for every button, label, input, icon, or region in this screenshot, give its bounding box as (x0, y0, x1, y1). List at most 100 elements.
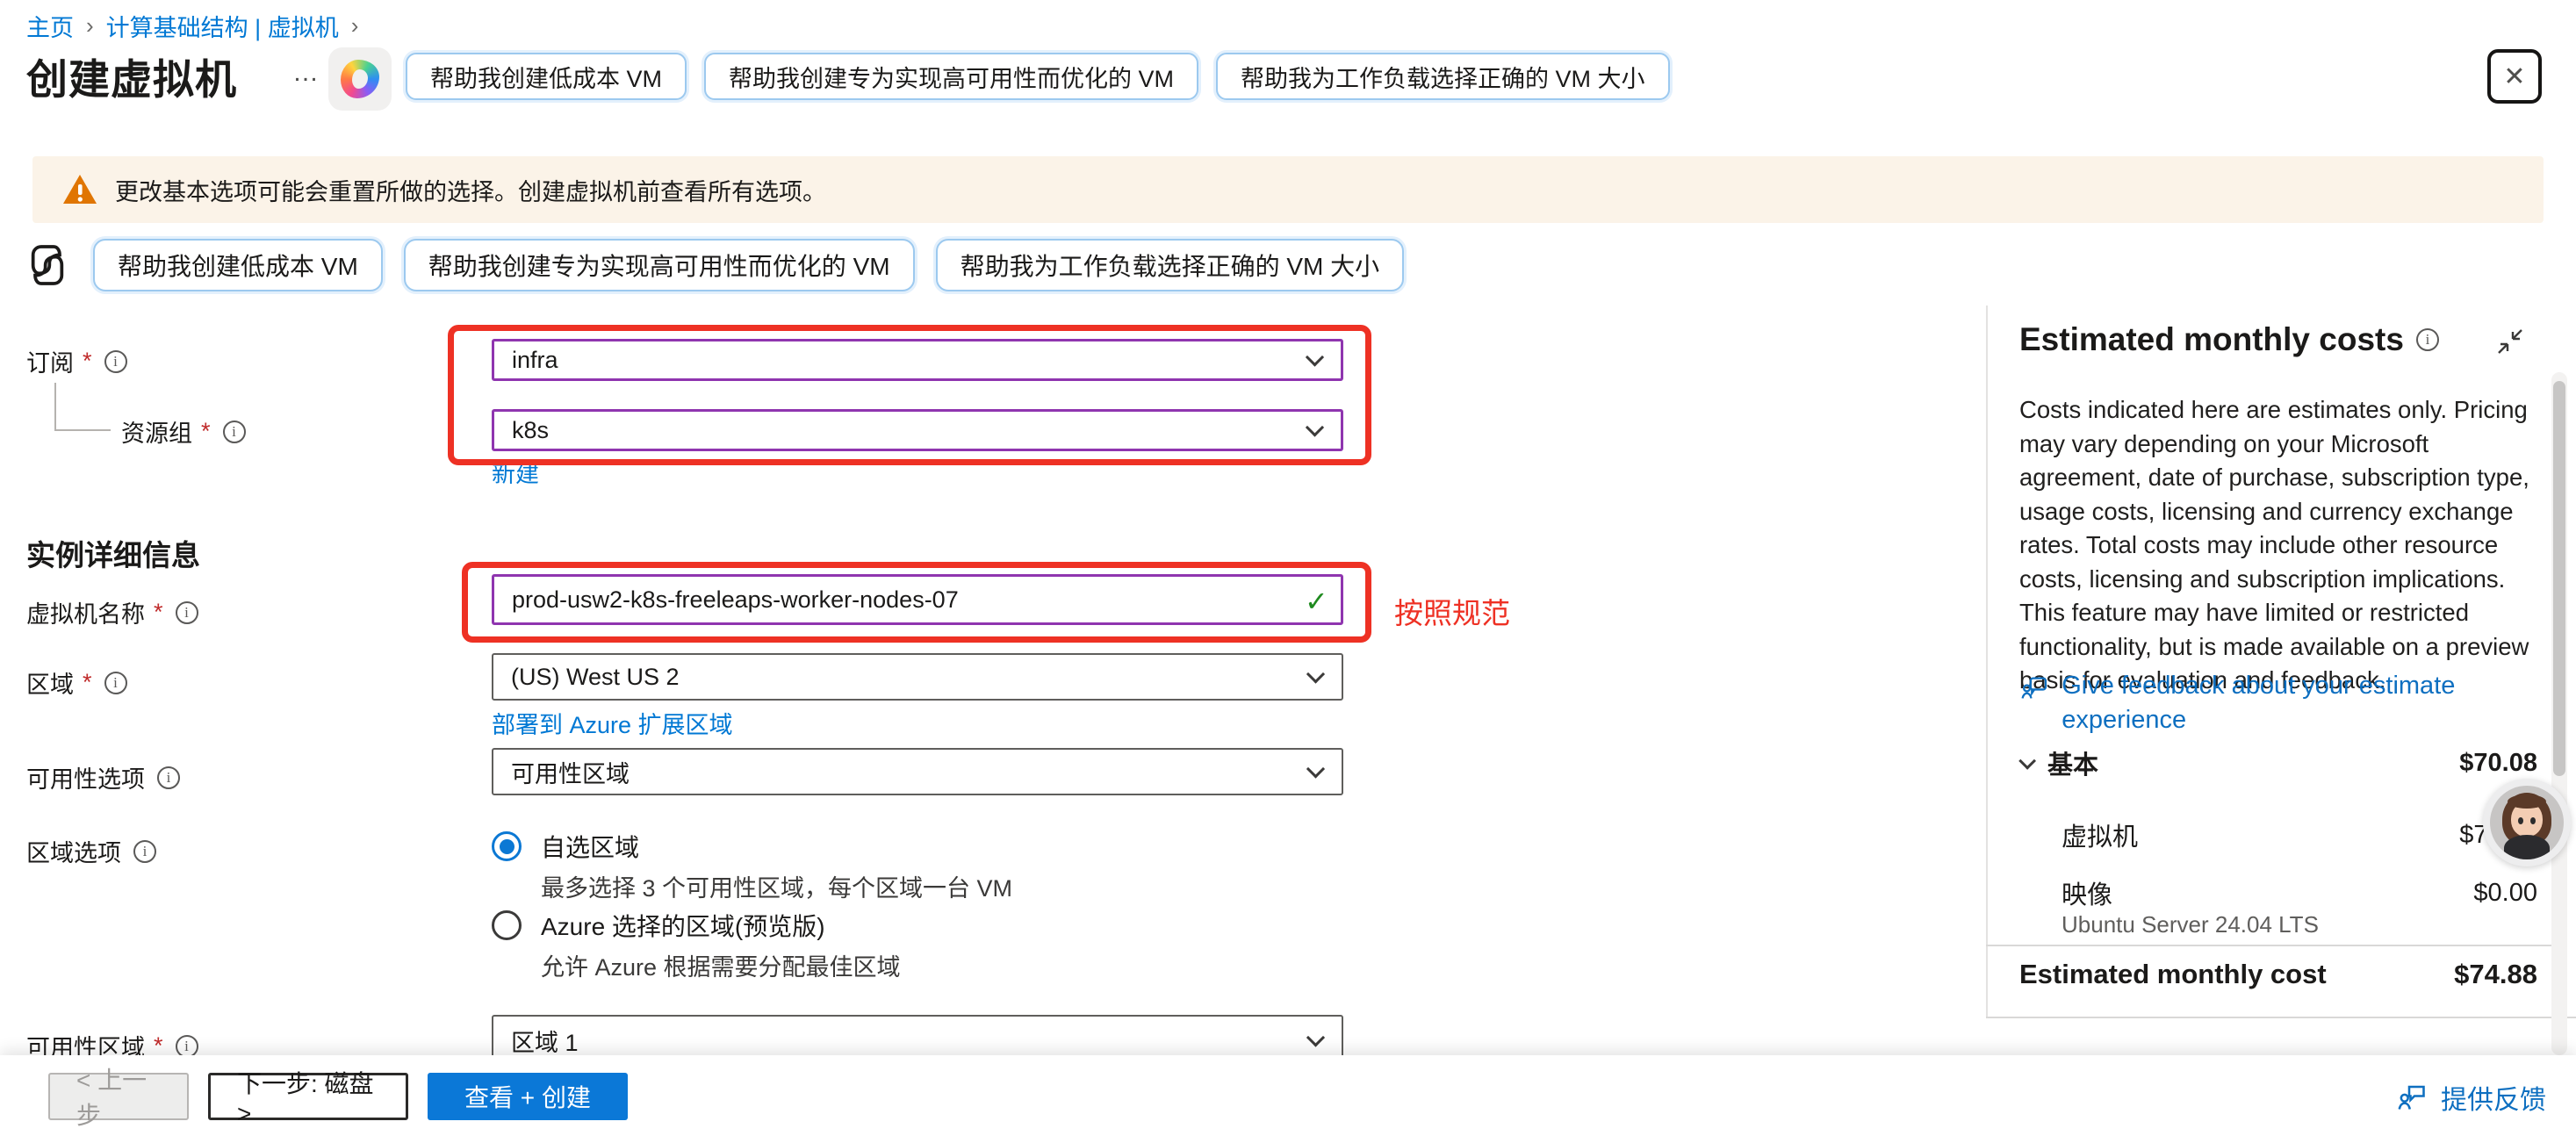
subscription-label-text: 订阅 (26, 344, 74, 378)
provide-feedback-text: 提供反馈 (2441, 1078, 2546, 1117)
cost-row-image: 映像 $0.00 (2019, 874, 2537, 911)
breadcrumb: 主页 › 计算基础结构 | 虚拟机 › (26, 9, 358, 43)
annotation-text: 按照规范 (1394, 590, 1510, 632)
cost-image-subtitle: Ubuntu Server 24.04 LTS (2062, 911, 2319, 938)
zone-options-label: 区域选项 (26, 834, 156, 868)
breadcrumb-separator: › (351, 12, 359, 40)
info-icon[interactable] (133, 840, 156, 863)
cost-row-basic[interactable]: 基本 $70.08 (2019, 744, 2537, 781)
copilot-logo-icon (341, 60, 379, 98)
vm-name-input[interactable] (492, 574, 1343, 625)
zone-options-label-text: 区域选项 (26, 834, 121, 868)
copilot-outline-icon (23, 241, 72, 290)
availability-options-value: 可用性区域 (511, 755, 630, 789)
estimate-feedback-link[interactable]: Give feedback about your estimate experi… (2019, 669, 2511, 737)
chevron-down-icon (1306, 418, 1324, 436)
instance-details-heading: 实例详细信息 (26, 532, 200, 574)
cost-panel-header: Estimated monthly costs (2019, 321, 2546, 358)
availability-options-dropdown[interactable]: 可用性区域 (492, 748, 1343, 795)
resource-group-value: k8s (512, 417, 549, 444)
cost-total-row: Estimated monthly cost $74.88 (2019, 959, 2537, 990)
validation-check-icon: ✓ (1305, 585, 1328, 618)
region-label-text: 区域 (26, 665, 74, 700)
zone-option-self-select[interactable]: 自选区域 (492, 829, 639, 864)
wizard-buttons: < 上一步 下一步: 磁盘 > 查看 + 创建 (48, 1073, 628, 1120)
cost-total-value: $74.88 (2454, 959, 2537, 990)
info-icon[interactable] (104, 672, 127, 694)
radio-unselected-icon (492, 910, 522, 940)
breadcrumb-vm[interactable]: 计算基础结构 | 虚拟机 (106, 9, 339, 43)
warning-text: 更改基本选项可能会重置所做的选择。创建虚拟机前查看所有选项。 (115, 173, 826, 207)
subscription-label: 订阅 * (26, 344, 127, 378)
create-new-resource-group-link[interactable]: 新建 (492, 455, 539, 489)
suggest-vm-size-button[interactable]: 帮助我为工作负载选择正确的 VM 大小 (1216, 53, 1670, 100)
availability-options-label-text: 可用性选项 (26, 760, 145, 794)
review-create-button[interactable]: 查看 + 创建 (428, 1073, 628, 1120)
subscription-value: infra (512, 347, 558, 374)
breadcrumb-separator: › (86, 12, 94, 40)
next-step-disks-button[interactable]: 下一步: 磁盘 > (208, 1073, 408, 1120)
availability-zone-value: 区域 1 (511, 1024, 579, 1058)
suggest-low-cost-vm-button-2[interactable]: 帮助我创建低成本 VM (93, 239, 383, 291)
create-vm-page: 主页 › 计算基础结构 | 虚拟机 › 创建虚拟机 … 帮助我创建低成本 VM … (0, 0, 2576, 1143)
info-icon[interactable] (176, 1035, 198, 1058)
resource-group-label-text: 资源组 (121, 414, 192, 449)
estimate-feedback-text: Give feedback about your estimate experi… (2062, 669, 2511, 737)
chevron-down-icon (1306, 348, 1324, 366)
cost-total-label: Estimated monthly cost (2019, 959, 2327, 990)
required-asterisk: * (154, 599, 163, 626)
availability-options-label: 可用性选项 (26, 760, 180, 794)
suggest-vm-size-button-2[interactable]: 帮助我为工作负载选择正确的 VM 大小 (936, 239, 1405, 291)
region-value: (US) West US 2 (511, 664, 680, 691)
copilot-suggestion-row: 帮助我创建低成本 VM 帮助我创建专为实现高可用性而优化的 VM 帮助我为工作负… (23, 239, 1404, 291)
copilot-icon[interactable] (328, 47, 392, 111)
person-feedback-icon (2395, 1082, 2428, 1113)
collapse-icon[interactable] (2495, 327, 2525, 356)
vm-name-label: 虚拟机名称* (26, 595, 198, 629)
cost-vm-label: 虚拟机 (2019, 816, 2138, 853)
info-icon[interactable] (104, 350, 127, 373)
footer-bar: < 上一步 下一步: 磁盘 > 查看 + 创建 提供反馈 (0, 1055, 2576, 1143)
previous-step-button[interactable]: < 上一步 (48, 1073, 189, 1120)
divider (1986, 945, 2553, 946)
zone-option-azure-select[interactable]: Azure 选择的区域(预览版) (492, 908, 825, 943)
cost-image-value: $0.00 (2473, 879, 2537, 908)
assistant-avatar[interactable] (2483, 779, 2571, 866)
warning-icon (62, 174, 97, 205)
cost-basic-value: $70.08 (2459, 749, 2537, 778)
resource-group-dropdown[interactable]: k8s (492, 409, 1343, 451)
close-button[interactable]: ✕ (2487, 49, 2542, 104)
cost-panel-title: Estimated monthly costs (2019, 321, 2404, 358)
chevron-down-icon (1306, 665, 1325, 683)
suggest-low-cost-vm-button[interactable]: 帮助我创建低成本 VM (406, 53, 687, 100)
info-icon[interactable] (223, 421, 246, 443)
required-asterisk: * (201, 418, 211, 445)
close-icon: ✕ (2503, 61, 2525, 92)
zone-option-azure-select-label: Azure 选择的区域(预览版) (541, 908, 825, 943)
required-asterisk: * (83, 669, 92, 696)
cost-row-vm: 虚拟机 $70.08 (2019, 816, 2537, 853)
panel-divider (1986, 306, 1988, 1018)
scrollbar-thumb[interactable] (2553, 381, 2565, 776)
region-dropdown[interactable]: (US) West US 2 (492, 653, 1343, 701)
breadcrumb-home[interactable]: 主页 (26, 9, 74, 43)
suggest-high-availability-vm-button-2[interactable]: 帮助我创建专为实现高可用性而优化的 VM (404, 239, 915, 291)
zone-option-azure-select-desc: 允许 Azure 根据需要分配最佳区域 (541, 948, 901, 982)
avatar-image (2490, 786, 2564, 859)
page-title: 创建虚拟机 (26, 46, 237, 106)
info-icon[interactable] (176, 601, 198, 624)
subscription-dropdown[interactable]: infra (492, 339, 1343, 381)
suggest-high-availability-vm-button[interactable]: 帮助我创建专为实现高可用性而优化的 VM (704, 53, 1198, 100)
feedback-bubbles-icon (2019, 669, 2049, 708)
provide-feedback-link[interactable]: 提供反馈 (2395, 1078, 2546, 1117)
cost-panel-description: Costs indicated here are estimates only.… (2019, 393, 2532, 698)
connector-line (54, 429, 111, 431)
more-menu-button[interactable]: … (292, 58, 320, 88)
resource-group-label: 资源组 * (121, 414, 246, 449)
divider (1986, 1017, 2576, 1018)
cost-basic-label: 基本 (2047, 744, 2098, 781)
deploy-extended-zone-link[interactable]: 部署到 Azure 扩展区域 (492, 706, 733, 740)
info-icon[interactable] (2416, 328, 2439, 351)
required-asterisk: * (83, 348, 92, 375)
info-icon[interactable] (157, 766, 180, 789)
